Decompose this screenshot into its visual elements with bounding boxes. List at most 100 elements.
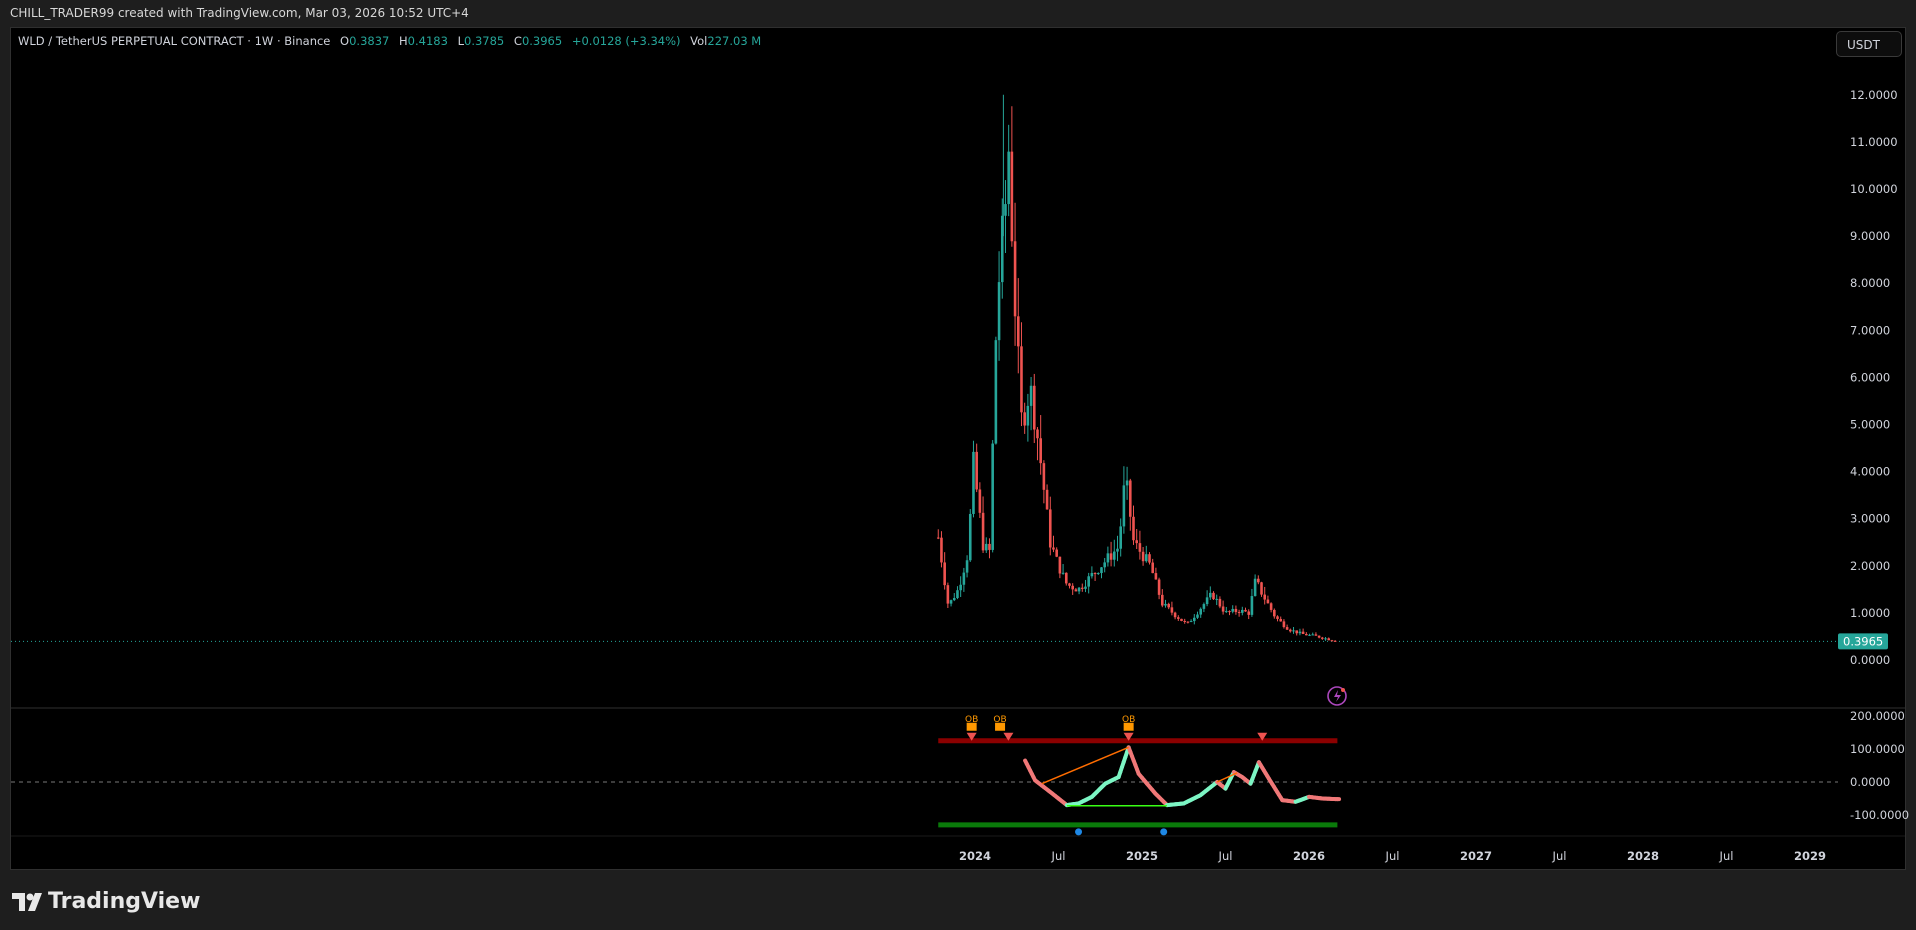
- candle-body: [1212, 592, 1215, 600]
- price-chart[interactable]: 12.0000 11.0000 10.0000 9.0000 8.0000 7.0000 6…: [0, 0, 1916, 930]
- candle-body: [1048, 509, 1052, 548]
- candle-body: [1100, 567, 1103, 574]
- candle-body: [1263, 594, 1267, 600]
- price-tick-label: 0.0000: [1850, 653, 1890, 667]
- candle-body: [1196, 614, 1199, 618]
- price-tick-label: 5.0000: [1850, 418, 1890, 432]
- candle-body: [1244, 609, 1247, 612]
- candle-body: [1016, 316, 1020, 347]
- candle-body: [981, 512, 985, 551]
- candle-body: [1080, 587, 1084, 589]
- candle-body: [1148, 554, 1151, 563]
- candle-body: [1269, 603, 1273, 610]
- open-value: 0.3837: [349, 34, 390, 48]
- time-tick-label: Jul: [1051, 849, 1066, 863]
- candle-body: [1273, 609, 1276, 617]
- high-value: 0.4183: [407, 34, 448, 48]
- candle-body: [1308, 634, 1311, 636]
- candle-body: [1234, 608, 1238, 613]
- candle-body: [1090, 573, 1094, 577]
- candle-body: [1237, 612, 1241, 614]
- buy-signal-dot: [1075, 828, 1083, 836]
- candle-body: [1285, 627, 1289, 630]
- candle-body: [1205, 597, 1209, 605]
- candle-body: [949, 600, 953, 604]
- currency-button[interactable]: USDT: [1836, 31, 1902, 57]
- candle-body: [1112, 551, 1116, 560]
- candle-body: [1173, 612, 1177, 618]
- candle-body: [1045, 489, 1049, 510]
- ob-label: OB: [993, 715, 1006, 725]
- candle-body: [1180, 618, 1183, 621]
- candle-body: [1154, 573, 1158, 580]
- alert-icon[interactable]: [1327, 686, 1347, 706]
- buy-signal-dot: [1160, 828, 1168, 836]
- divergence-line: [1216, 772, 1238, 783]
- price-tick-label: 7.0000: [1850, 323, 1890, 337]
- candle-body: [959, 584, 962, 591]
- candle-body: [1135, 540, 1138, 544]
- candle-body: [1253, 578, 1257, 597]
- price-tick-label: 9.0000: [1850, 229, 1890, 243]
- candle-body: [1023, 412, 1026, 426]
- volume-value: 227.03 M: [707, 34, 762, 48]
- candle-body: [997, 282, 1001, 341]
- candle-body: [1289, 629, 1292, 632]
- oscillator-tick-label: -100.0000: [1850, 808, 1909, 822]
- candle-body: [1183, 620, 1187, 622]
- candle-body: [1225, 611, 1228, 613]
- price-tick-label: 1.0000: [1850, 606, 1890, 620]
- candle-body: [1151, 562, 1154, 574]
- candle-body: [1279, 618, 1283, 622]
- candle-body: [1116, 548, 1119, 552]
- candle-body: [1311, 634, 1315, 636]
- price-tick-label: 4.0000: [1850, 465, 1890, 479]
- candle-body: [1186, 621, 1190, 623]
- ob-label: OB: [965, 715, 978, 725]
- candle-body: [1068, 583, 1071, 586]
- candle-body: [978, 489, 982, 513]
- candle-body: [1119, 526, 1122, 549]
- candle-body: [1295, 630, 1299, 634]
- candle-body: [991, 443, 994, 550]
- time-tick-label: 2024: [959, 849, 991, 863]
- candle-body: [1036, 429, 1039, 439]
- candle-body: [1058, 556, 1062, 574]
- candle-body: [1333, 640, 1337, 642]
- candle-body: [936, 537, 940, 539]
- candle-body: [988, 543, 991, 550]
- close-value: 0.3965: [521, 34, 563, 48]
- price-tick-label: 6.0000: [1850, 370, 1890, 384]
- close-label: C: [513, 34, 522, 48]
- time-axis[interactable]: 2024 Jul 2025 Jul 2026 Jul 2027 Jul 2028 Jul 2029: [959, 849, 1826, 863]
- candle-body: [1026, 405, 1030, 426]
- candle-body: [1061, 572, 1065, 574]
- volume-label: Vol: [690, 34, 708, 48]
- candle-body: [962, 572, 966, 585]
- candle-body: [1007, 151, 1010, 205]
- candle-body: [1160, 594, 1164, 606]
- symbol-title[interactable]: WLD / TetherUS PERPETUAL CONTRACT · 1W ·…: [18, 34, 330, 48]
- candle-body: [1071, 585, 1074, 590]
- price-tick-label: 3.0000: [1850, 512, 1890, 526]
- candle-body: [1109, 553, 1113, 560]
- price-axis[interactable]: 12.0000 11.0000 10.0000 9.0000 8.0000 7.0000 6…: [11, 88, 1909, 822]
- candle-body: [1266, 599, 1270, 604]
- candle-body: [1096, 573, 1100, 575]
- candle-body: [1052, 547, 1055, 550]
- time-tick-label: 2027: [1460, 849, 1492, 863]
- candle-body: [1202, 604, 1206, 609]
- time-tick-label: 2026: [1293, 849, 1325, 863]
- candle-body: [1164, 603, 1167, 606]
- candle-body: [1292, 630, 1295, 632]
- candle-body: [1260, 582, 1263, 595]
- candle-body: [1064, 572, 1068, 584]
- candle-body: [1157, 579, 1161, 595]
- price-tick-label: 11.0000: [1850, 135, 1898, 149]
- candle-body: [1042, 463, 1046, 490]
- candle-body: [1305, 634, 1308, 636]
- candle-body: [1327, 638, 1331, 641]
- candle-body: [1228, 611, 1231, 613]
- last-price-label: 0.3965: [1843, 634, 1883, 648]
- candle-body: [1170, 607, 1174, 613]
